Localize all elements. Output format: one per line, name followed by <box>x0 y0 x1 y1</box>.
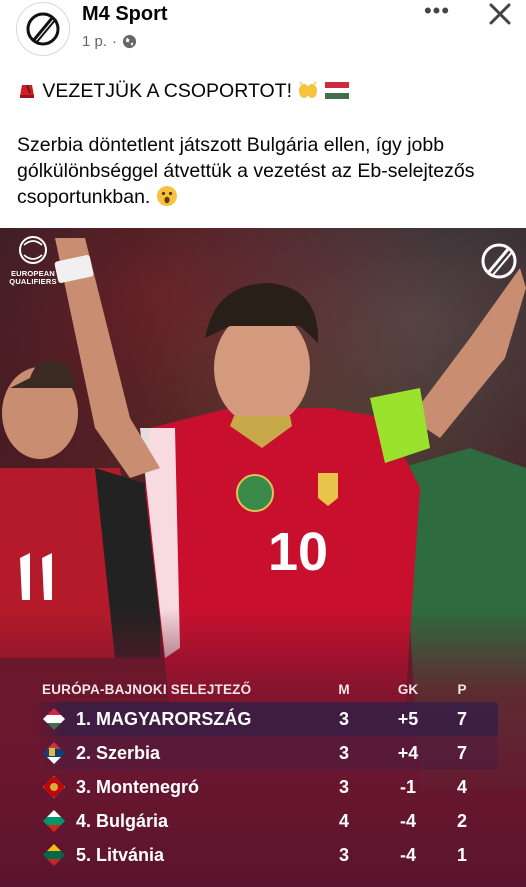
page-name[interactable]: M4 Sport <box>82 3 168 26</box>
european-qualifiers-icon <box>19 236 47 264</box>
points-value: 4 <box>456 777 467 797</box>
post-image[interactable]: 10 EUROPEAN QUALIFIERS EURÓPA-BAJNOKI SE… <box>0 228 526 887</box>
col-header-p: P <box>457 682 467 697</box>
fez-emoji-icon <box>20 84 34 98</box>
lithuania-flag-icon <box>43 844 65 866</box>
more-options-button[interactable]: ••• <box>423 0 451 24</box>
eq-logo-line2: QUALIFIERS <box>9 277 57 286</box>
m4-watermark-icon <box>481 243 517 279</box>
post-body: Szerbia döntetlent játszott Bulgária ell… <box>17 134 475 208</box>
post-meta: 1 p. · <box>82 33 137 50</box>
table-row: 4. Bulgária 4 -4 2 <box>36 804 498 838</box>
matches-value: 3 <box>338 709 349 729</box>
goal-diff-value: +4 <box>397 743 419 763</box>
post-header: M4 Sport 1 p. · ••• <box>0 0 526 62</box>
svg-text:10: 10 <box>268 522 328 582</box>
team-name: 1. MAGYARORSZÁG <box>76 709 252 729</box>
post-time[interactable]: 1 p. <box>82 33 107 50</box>
close-icon[interactable] <box>486 0 514 28</box>
bulgaria-flag-icon <box>43 810 65 832</box>
table-row: 5. Litvánia 3 -4 1 <box>36 838 498 872</box>
table-row: 2. Szerbia 3 +4 7 <box>36 736 498 770</box>
post-text: VEZETJÜK A CSOPORTOT! Szerbia döntetlent… <box>17 78 517 210</box>
table-row: 3. Montenegró 3 -1 4 <box>36 770 498 804</box>
european-qualifiers-logo: EUROPEAN QUALIFIERS <box>6 233 60 293</box>
table-row: 1. MAGYARORSZÁG 3 +5 7 <box>36 702 498 736</box>
matches-value: 3 <box>338 845 349 865</box>
team-name: 5. Litvánia <box>76 845 165 865</box>
goal-diff-value: +5 <box>397 709 419 729</box>
col-header-m: M <box>338 682 350 697</box>
montenegro-flag-icon <box>43 776 65 798</box>
astonished-face-emoji-icon <box>156 186 177 206</box>
matches-value: 4 <box>338 811 349 831</box>
table-title: EURÓPA-BAJNOKI SELEJTEZŐ <box>42 682 252 697</box>
matches-value: 3 <box>338 777 349 797</box>
serbia-flag-icon <box>43 742 65 764</box>
col-header-gk: GK <box>397 682 419 697</box>
post-body-line: Szerbia döntetlent játszott Bulgária ell… <box>17 132 517 210</box>
matches-value: 3 <box>338 743 349 763</box>
points-value: 1 <box>456 845 467 865</box>
page-avatar[interactable] <box>16 2 70 56</box>
post-headline: VEZETJÜK A CSOPORTOT! <box>42 80 293 102</box>
goal-diff-value: -4 <box>399 845 416 865</box>
raising-hands-emoji-icon <box>299 81 318 98</box>
goal-diff-value: -4 <box>399 811 416 831</box>
globe-icon <box>122 34 137 49</box>
meta-separator: · <box>112 33 118 50</box>
team-name: 4. Bulgária <box>76 811 169 831</box>
points-value: 2 <box>456 811 467 831</box>
points-value: 7 <box>456 709 467 729</box>
table-header: EURÓPA-BAJNOKI SELEJTEZŐ M GK P <box>36 676 498 702</box>
post-headline-line: VEZETJÜK A CSOPORTOT! <box>17 78 517 104</box>
hungary-flag-icon <box>43 708 65 730</box>
standings-table: EURÓPA-BAJNOKI SELEJTEZŐ M GK P 1. MAGYA… <box>36 676 498 872</box>
team-name: 2. Szerbia <box>76 743 161 763</box>
hungary-flag-emoji-icon <box>324 82 349 99</box>
team-name: 3. Montenegró <box>76 777 200 797</box>
goal-diff-value: -1 <box>399 777 416 797</box>
m4-sport-logo-icon <box>26 12 60 46</box>
points-value: 7 <box>456 743 467 763</box>
